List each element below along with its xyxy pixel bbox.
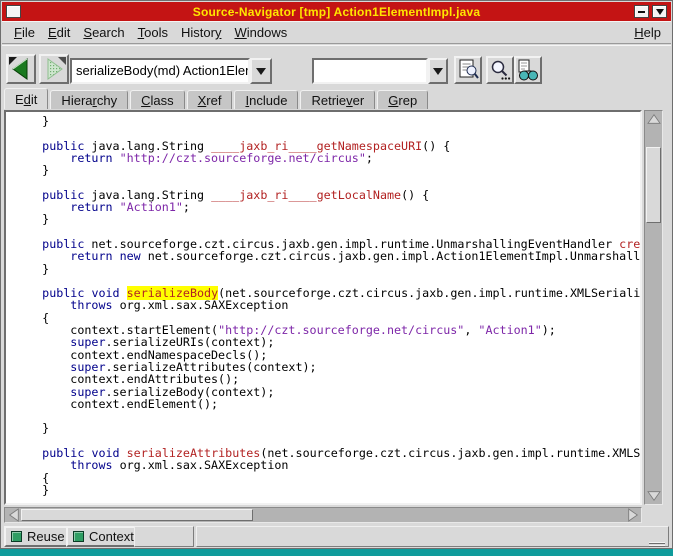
minimize-button[interactable]: [634, 5, 649, 18]
horizontal-scroll-thumb[interactable]: [21, 509, 253, 521]
back-arrow-icon: [8, 56, 34, 82]
status-panel-small: [134, 526, 194, 547]
search-button[interactable]: [486, 56, 514, 84]
grep-binoculars-icon: [516, 58, 540, 82]
menu-windows[interactable]: Windows: [234, 25, 287, 40]
menu-edit[interactable]: Edit: [48, 25, 70, 40]
tab-retriever[interactable]: Retriever: [300, 90, 375, 109]
app-window: Source-Navigator [tmp] Action1ElementImp…: [0, 0, 673, 549]
tab-class[interactable]: Class: [130, 90, 185, 109]
search-combobox-arrow[interactable]: [428, 58, 448, 84]
code-line: }: [14, 115, 640, 127]
context-led-icon: [73, 531, 84, 542]
code-line: throws org.xml.sax.SAXException: [14, 299, 640, 311]
code-line: }: [14, 263, 640, 275]
code-line: }: [14, 164, 640, 176]
code-line: }: [14, 422, 640, 434]
menubar: File Edit Search Tools History Windows H…: [2, 21, 671, 44]
tab-hierarchy[interactable]: Hierarchy: [50, 90, 128, 109]
resize-grip[interactable]: [649, 542, 665, 548]
tab-grep[interactable]: Grep: [377, 90, 428, 109]
search-icon: [488, 58, 512, 82]
search-combobox-input[interactable]: [312, 58, 428, 84]
scroll-up-arrow[interactable]: [646, 112, 661, 126]
context-button[interactable]: Context: [66, 526, 144, 547]
tab-bar: Edit Hierarchy Class Xref Include Retrie…: [4, 88, 428, 109]
grep-button[interactable]: [514, 56, 542, 84]
vertical-scroll-thumb[interactable]: [646, 147, 661, 223]
code-area[interactable]: } public java.lang.String ____jaxb_ri___…: [6, 112, 640, 503]
scroll-down-arrow[interactable]: [646, 489, 661, 503]
menu-search[interactable]: Search: [83, 25, 124, 40]
menu-tools[interactable]: Tools: [138, 25, 168, 40]
title-bar[interactable]: Source-Navigator [tmp] Action1ElementImp…: [2, 2, 671, 21]
window-title: Source-Navigator [tmp] Action1ElementImp…: [2, 5, 671, 19]
toolbar: serializeBody(md) Action1Elemen: [2, 45, 671, 89]
code-line: return new net.sourceforge.czt.circus.ja…: [14, 250, 640, 262]
forward-arrow-icon: [41, 56, 67, 82]
tab-include[interactable]: Include: [234, 90, 298, 109]
code-editor[interactable]: } public java.lang.String ____jaxb_ri___…: [4, 110, 642, 505]
tab-xref[interactable]: Xref: [187, 90, 233, 109]
reuse-led-icon: [11, 531, 22, 542]
tab-edit[interactable]: Edit: [4, 88, 48, 109]
horizontal-scrollbar[interactable]: [4, 507, 642, 523]
code-line: }: [14, 213, 640, 225]
chevron-down-icon: [256, 68, 266, 80]
view-source-button[interactable]: [454, 56, 482, 84]
code-line: [14, 410, 640, 422]
chevron-down-icon: [656, 9, 664, 19]
symbol-combobox-arrow[interactable]: [250, 58, 272, 84]
chevron-down-icon: [433, 68, 443, 80]
view-source-icon: [456, 58, 480, 82]
code-line: }: [14, 484, 640, 496]
vertical-scrollbar[interactable]: [644, 110, 663, 505]
minimize-icon: [638, 11, 645, 13]
forward-button[interactable]: [39, 54, 69, 84]
scroll-left-arrow[interactable]: [6, 508, 21, 522]
menu-file[interactable]: File: [14, 25, 35, 40]
back-button[interactable]: [6, 54, 36, 84]
menu-help[interactable]: Help: [634, 25, 661, 40]
reuse-button[interactable]: Reuse: [4, 526, 75, 547]
code-line: return "http://czt.sourceforge.net/circu…: [14, 152, 640, 164]
status-panel-wide: [196, 526, 669, 547]
code-line: context.endElement();: [14, 398, 640, 410]
scroll-right-arrow[interactable]: [625, 508, 640, 522]
code-line: return "Action1";: [14, 201, 640, 213]
context-label: Context: [89, 529, 134, 544]
code-line: throws org.xml.sax.SAXException: [14, 459, 640, 471]
reuse-label: Reuse: [27, 529, 65, 544]
menu-history[interactable]: History: [181, 25, 221, 40]
code-line: {: [14, 472, 640, 484]
shade-button[interactable]: [652, 5, 667, 18]
symbol-combobox-input[interactable]: serializeBody(md) Action1Elemen: [70, 58, 250, 84]
